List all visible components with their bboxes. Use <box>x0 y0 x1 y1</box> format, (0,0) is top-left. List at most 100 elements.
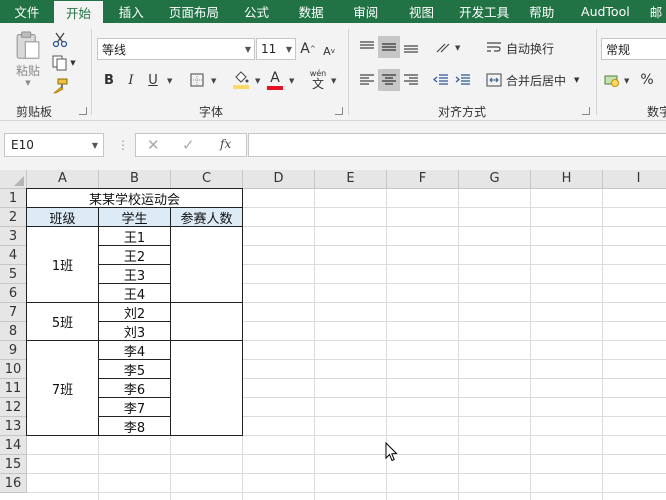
tab-formulas[interactable]: 公式 <box>229 0 285 23</box>
row-header-7[interactable]: 7 <box>0 303 27 322</box>
row-header-8[interactable]: 8 <box>0 322 27 341</box>
column-header-d[interactable]: D <box>243 170 315 189</box>
student-cell[interactable]: 李7 <box>99 398 171 417</box>
column-header-h[interactable]: H <box>531 170 603 189</box>
row-header-1[interactable]: 1 <box>0 189 27 208</box>
tab-page-layout[interactable]: 页面布局 <box>159 0 229 23</box>
tab-help[interactable]: 帮助 <box>519 0 565 23</box>
tab-developer[interactable]: 开发工具 <box>449 0 519 23</box>
chevron-down-icon[interactable]: ▼ <box>331 77 336 85</box>
fill-color-button[interactable] <box>230 67 252 93</box>
column-header-a[interactable]: A <box>27 170 99 189</box>
percent-style-button[interactable]: % <box>636 69 658 91</box>
student-cell[interactable]: 刘2 <box>99 303 171 322</box>
row-header-14[interactable]: 14 <box>0 436 27 455</box>
table-title-cell[interactable]: 某某学校运动会 <box>27 189 243 208</box>
row-header-16[interactable]: 16 <box>0 474 27 493</box>
number-format-select[interactable]: 常规 <box>601 38 666 60</box>
tab-insert[interactable]: 插入 <box>103 0 159 23</box>
borders-button[interactable] <box>186 69 208 91</box>
chevron-down-icon[interactable]: ▼ <box>167 77 172 85</box>
row-header-3[interactable]: 3 <box>0 227 27 246</box>
accounting-format-button[interactable] <box>601 69 623 91</box>
row-header-12[interactable]: 12 <box>0 398 27 417</box>
formula-input[interactable] <box>248 133 666 157</box>
orientation-button[interactable] <box>432 36 454 58</box>
top-align-button[interactable] <box>356 36 378 58</box>
italic-button[interactable]: I <box>122 69 140 91</box>
insert-function-icon[interactable]: fx <box>220 137 231 151</box>
cancel-icon[interactable]: ✕ <box>147 136 160 154</box>
clipboard-dialog-launcher[interactable] <box>79 107 87 115</box>
bold-button[interactable]: B <box>100 69 118 91</box>
font-size-select[interactable]: 11 ▼ <box>256 38 296 60</box>
table-header-cell[interactable]: 参赛人数 <box>171 208 243 227</box>
student-cell[interactable]: 李4 <box>99 341 171 360</box>
check-icon[interactable]: ✓ <box>182 136 195 154</box>
row-header-6[interactable]: 6 <box>0 284 27 303</box>
font-name-select[interactable]: 等线 ▼ <box>97 38 255 60</box>
class-cell[interactable]: 1班 <box>27 227 99 303</box>
chevron-down-icon[interactable]: ▼ <box>624 77 629 85</box>
font-color-button[interactable]: A <box>265 67 285 93</box>
chevron-down-icon[interactable]: ▼ <box>255 77 260 85</box>
alignment-dialog-launcher[interactable] <box>582 107 590 115</box>
row-header-13[interactable]: 13 <box>0 417 27 436</box>
column-header-g[interactable]: G <box>459 170 531 189</box>
class-cell[interactable]: 7班 <box>27 341 99 436</box>
align-left-button[interactable] <box>356 69 378 91</box>
student-cell[interactable]: 王3 <box>99 265 171 284</box>
column-header-f[interactable]: F <box>387 170 459 189</box>
tab-audtool[interactable]: AudTool <box>565 0 647 23</box>
row-header-2[interactable]: 2 <box>0 208 27 227</box>
bottom-align-button[interactable] <box>400 36 422 58</box>
student-cell[interactable]: 李5 <box>99 360 171 379</box>
name-box[interactable]: E10 ▼ <box>4 133 104 157</box>
participant-count-cell[interactable] <box>171 303 243 341</box>
row-header-15[interactable]: 15 <box>0 455 27 474</box>
tab-home[interactable]: 开始 <box>53 1 104 23</box>
font-dialog-launcher[interactable] <box>335 107 343 115</box>
copy-button[interactable]: ▼ <box>50 54 78 72</box>
row-header-5[interactable]: 5 <box>0 265 27 284</box>
format-painter-button[interactable] <box>50 77 70 95</box>
tab-data[interactable]: 数据 <box>284 0 338 23</box>
phonetic-button[interactable]: wén 文 <box>307 67 329 93</box>
column-header-e[interactable]: E <box>315 170 387 189</box>
select-all-button[interactable] <box>0 170 27 189</box>
underline-button[interactable]: U <box>144 69 162 91</box>
cut-button[interactable] <box>50 31 70 49</box>
chevron-down-icon[interactable]: ▼ <box>289 77 294 85</box>
chevron-down-icon[interactable]: ▼ <box>455 44 460 52</box>
table-header-cell[interactable]: 学生 <box>99 208 171 227</box>
class-cell[interactable]: 5班 <box>27 303 99 341</box>
participant-count-cell[interactable] <box>171 227 243 303</box>
student-cell[interactable]: 李6 <box>99 379 171 398</box>
column-header-i[interactable]: I <box>603 170 666 189</box>
middle-align-button[interactable] <box>378 36 400 58</box>
tab-review[interactable]: 审阅 <box>338 0 394 23</box>
increase-indent-button[interactable] <box>452 69 474 91</box>
column-header-c[interactable]: C <box>171 170 243 189</box>
student-cell[interactable]: 王1 <box>99 227 171 246</box>
decrease-indent-button[interactable] <box>430 69 452 91</box>
student-cell[interactable]: 李8 <box>99 417 171 436</box>
grow-font-button[interactable]: A ^ <box>299 38 317 60</box>
merge-center-button[interactable]: 合并后居中 ▼ <box>486 69 586 91</box>
row-header-11[interactable]: 11 <box>0 379 27 398</box>
tab-file[interactable]: 文件 <box>0 0 54 23</box>
student-cell[interactable]: 刘3 <box>99 322 171 341</box>
align-right-button[interactable] <box>400 69 422 91</box>
align-center-button[interactable] <box>378 69 400 91</box>
row-header-4[interactable]: 4 <box>0 246 27 265</box>
chevron-down-icon[interactable]: ▼ <box>211 77 216 85</box>
student-cell[interactable]: 王4 <box>99 284 171 303</box>
wrap-text-button[interactable]: 自动换行 <box>486 37 562 59</box>
grip-icon[interactable]: ⋮ <box>117 138 129 152</box>
table-header-cell[interactable]: 班级 <box>27 208 99 227</box>
tab-view[interactable]: 视图 <box>394 0 450 23</box>
tab-mail[interactable]: 邮 <box>646 0 666 23</box>
row-header-9[interactable]: 9 <box>0 341 27 360</box>
participant-count-cell[interactable] <box>171 341 243 436</box>
worksheet-grid[interactable]: A B C D E F G H I 1 2 3 4 5 6 7 8 9 10 11 12 13 14 15 16 某某学校运动会班… <box>0 170 666 500</box>
